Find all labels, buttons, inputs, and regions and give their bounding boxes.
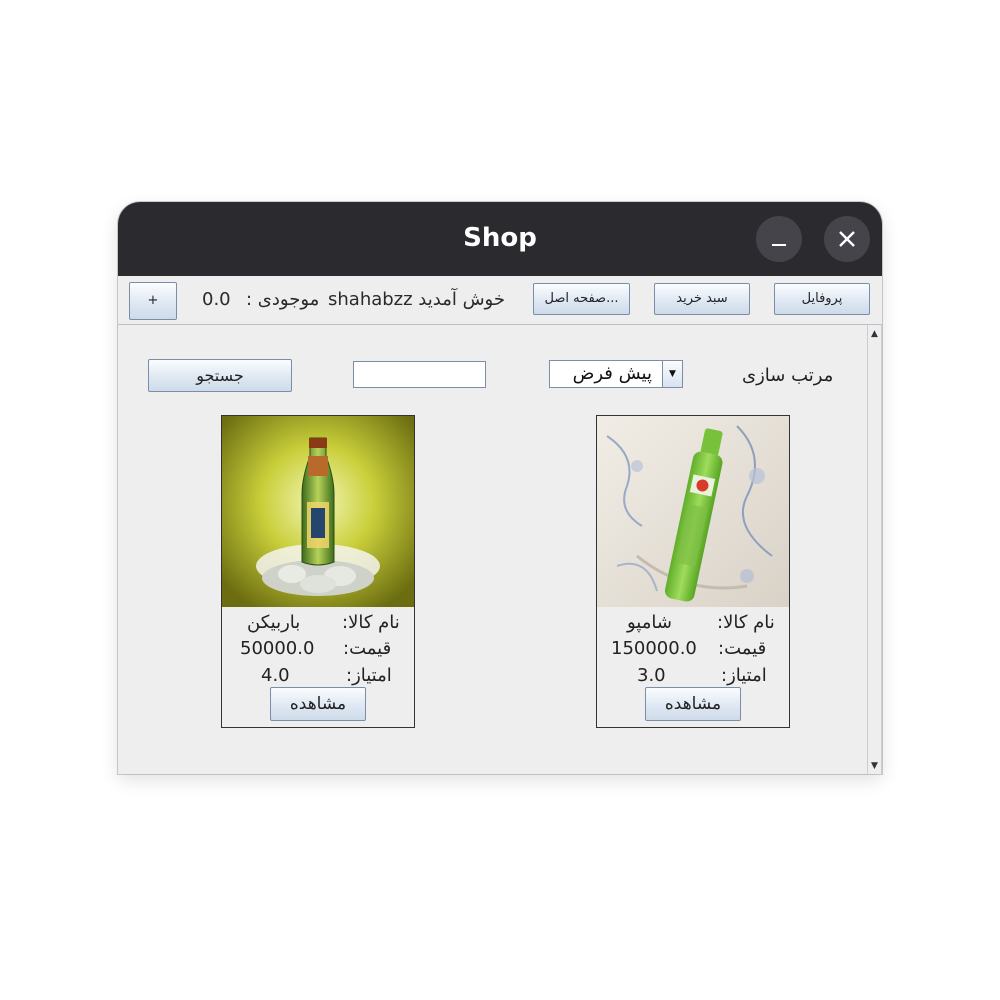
product-card-barbican: نام کالا: باربیکن قیمت: 50000.0 امتیاز: … bbox=[221, 415, 415, 728]
minimize-button[interactable] bbox=[756, 216, 802, 262]
product-price: 50000.0 bbox=[240, 638, 315, 659]
sort-combobox[interactable]: پیش فرض ▼ bbox=[549, 360, 683, 388]
title-bar[interactable]: Shop bbox=[118, 202, 882, 276]
view-button[interactable]: مشاهده bbox=[645, 687, 741, 721]
shop-window: Shop پروفایل سبد خرید صفحه اصل... خوش آم… bbox=[118, 202, 882, 774]
search-button[interactable]: جستجو bbox=[148, 359, 292, 392]
product-image-shampoo bbox=[597, 416, 789, 607]
product-rating-label: امتیاز: bbox=[346, 665, 392, 686]
product-rating: 4.0 bbox=[261, 665, 290, 686]
product-name: باربیکن bbox=[247, 612, 301, 633]
view-button[interactable]: مشاهده bbox=[270, 687, 366, 721]
product-rating-label: امتیاز: bbox=[721, 665, 767, 686]
minimize-icon bbox=[772, 244, 786, 246]
sort-selected-value: پیش فرض bbox=[572, 363, 652, 384]
balance-value: 0.0 bbox=[202, 289, 231, 310]
welcome-text: خوش آمدید shahabzz bbox=[328, 289, 505, 310]
product-price: 150000.0 bbox=[611, 638, 697, 659]
balance-label: موجودی : bbox=[246, 289, 320, 310]
chevron-down-icon[interactable]: ▼ bbox=[662, 361, 682, 387]
vertical-scrollbar[interactable]: ▲ ▼ bbox=[867, 325, 882, 774]
product-panel: مرتب سازی پیش فرض ▼ جستجو نام کالا: بارب… bbox=[118, 325, 866, 774]
product-name-label: نام کالا: bbox=[717, 612, 775, 633]
toolbar: پروفایل سبد خرید صفحه اصل... خوش آمدید s… bbox=[118, 276, 882, 325]
add-balance-button[interactable]: + bbox=[129, 282, 177, 320]
scroll-down-icon[interactable]: ▼ bbox=[868, 759, 881, 773]
sort-label: مرتب سازی bbox=[742, 365, 834, 386]
home-button[interactable]: صفحه اصل... bbox=[533, 283, 630, 315]
scroll-up-icon[interactable]: ▲ bbox=[868, 327, 881, 341]
search-input[interactable] bbox=[353, 361, 486, 388]
product-price-label: قیمت: bbox=[718, 638, 767, 659]
product-card-shampoo: نام کالا: شامپو قیمت: 150000.0 امتیاز: 3… bbox=[596, 415, 790, 728]
cart-button[interactable]: سبد خرید bbox=[654, 283, 750, 315]
close-button[interactable] bbox=[824, 216, 870, 262]
product-rating: 3.0 bbox=[637, 665, 666, 686]
profile-button[interactable]: پروفایل bbox=[774, 283, 870, 315]
product-image-barbican bbox=[222, 416, 414, 607]
close-icon bbox=[839, 231, 855, 247]
product-name-label: نام کالا: bbox=[342, 612, 400, 633]
product-price-label: قیمت: bbox=[343, 638, 392, 659]
product-name: شامپو bbox=[627, 612, 672, 633]
